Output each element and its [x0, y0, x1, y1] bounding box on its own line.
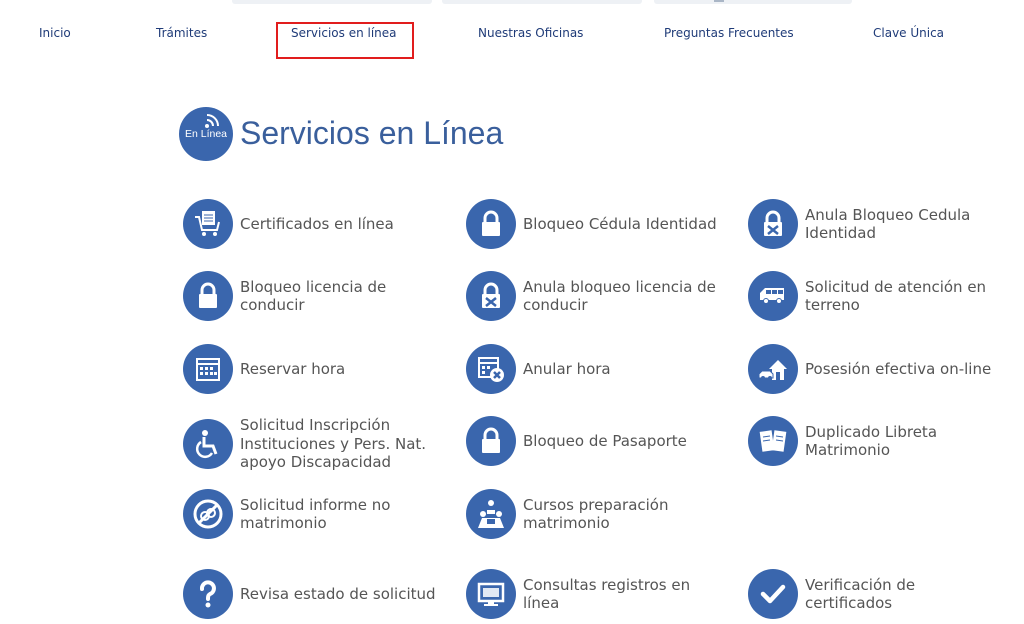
- unlock-cross-icon: [466, 271, 516, 321]
- van-icon: [748, 271, 798, 321]
- service-label: Cursos preparación matrimonio: [523, 495, 669, 533]
- service-label: Consultas registros en línea: [523, 575, 691, 613]
- nav-highlight-box: [276, 22, 414, 59]
- service-label: Posesión efectiva on-line: [805, 359, 992, 378]
- nav-link-tramites[interactable]: Trámites: [156, 24, 207, 42]
- padlock-icon: [466, 416, 516, 466]
- service-revisa-estado[interactable]: Revisa estado de solicitud: [183, 569, 440, 619]
- unlock-cross-icon: [748, 199, 798, 249]
- main-nav: Inicio Trámites Servicios en línea Nuest…: [0, 24, 1024, 48]
- nav-link-preguntas-frecuentes[interactable]: Preguntas Frecuentes: [664, 24, 794, 42]
- calendar-cancel-icon: [466, 344, 516, 394]
- service-informe-no-matrimonio[interactable]: Solicitud informe no matrimonio: [183, 489, 440, 539]
- service-label: Reservar hora: [240, 359, 346, 378]
- service-label: Anula Bloqueo Cedula Identidad: [805, 205, 971, 243]
- service-label: Solicitud Inscripción Instituciones y Pe…: [240, 416, 427, 471]
- service-posesion-efectiva[interactable]: Posesión efectiva on-line: [748, 344, 1005, 394]
- service-label: Bloqueo Cédula Identidad: [523, 214, 717, 233]
- service-certificados-en-linea[interactable]: Certificados en línea: [183, 199, 440, 249]
- padlock-icon: [183, 271, 233, 321]
- service-cursos-matrimonio[interactable]: Cursos preparación matrimonio: [466, 489, 723, 539]
- service-verificacion-certificados[interactable]: Verificación de certificados: [748, 569, 1005, 619]
- service-label: Solicitud de atención en terreno: [805, 277, 987, 315]
- house-car-icon: [748, 344, 798, 394]
- calendar-icon: [183, 344, 233, 394]
- service-inscripcion-discapacidad[interactable]: Solicitud Inscripción Instituciones y Pe…: [183, 416, 440, 472]
- service-label: Revisa estado de solicitud: [240, 584, 436, 603]
- service-anular-hora[interactable]: Anular hora: [466, 344, 723, 394]
- service-label: Anular hora: [523, 359, 611, 378]
- service-atencion-terreno[interactable]: Solicitud de atención en terreno: [748, 271, 1005, 321]
- service-reservar-hora[interactable]: Reservar hora: [183, 344, 440, 394]
- no-rings-icon: [183, 489, 233, 539]
- marriage-booklet-icon: [748, 416, 798, 466]
- service-anula-bloqueo-licencia[interactable]: Anula bloqueo licencia de conducir: [466, 271, 723, 321]
- service-label: Certificados en línea: [240, 214, 394, 233]
- top-tab[interactable]: [232, 0, 432, 4]
- service-label: Solicitud informe no matrimonio: [240, 495, 391, 533]
- couple-course-icon: [466, 489, 516, 539]
- top-tab[interactable]: [654, 0, 852, 4]
- service-anula-bloqueo-cedula[interactable]: Anula Bloqueo Cedula Identidad: [748, 199, 1005, 249]
- service-label: Verificación de certificados: [805, 575, 916, 613]
- service-label: Bloqueo de Pasaporte: [523, 431, 687, 450]
- question-icon: [183, 569, 233, 619]
- badge-text: En Línea: [184, 128, 228, 140]
- nav-link-nuestras-oficinas[interactable]: Nuestras Oficinas: [478, 24, 583, 42]
- checkmark-icon: [748, 569, 798, 619]
- nav-link-inicio[interactable]: Inicio: [39, 24, 71, 42]
- padlock-icon: [466, 199, 516, 249]
- top-tab-strip: [0, 0, 1024, 6]
- service-duplicado-libreta[interactable]: Duplicado Libreta Matrimonio: [748, 416, 1005, 466]
- service-label: Duplicado Libreta Matrimonio: [805, 422, 938, 460]
- cart-certificate-icon: [183, 199, 233, 249]
- service-label: Anula bloqueo licencia de conducir: [523, 277, 716, 315]
- wheelchair-icon: [183, 418, 233, 469]
- service-bloqueo-licencia[interactable]: Bloqueo licencia de conducir: [183, 271, 440, 321]
- en-linea-badge-icon: En Línea: [179, 107, 233, 161]
- service-label: Bloqueo licencia de conducir: [240, 277, 387, 315]
- service-consultas-registros[interactable]: Consultas registros en línea: [466, 569, 723, 619]
- top-tab[interactable]: [442, 0, 642, 4]
- service-bloqueo-cedula[interactable]: Bloqueo Cédula Identidad: [466, 199, 723, 249]
- service-bloqueo-pasaporte[interactable]: Bloqueo de Pasaporte: [466, 416, 723, 466]
- page-title: Servicios en Línea: [240, 115, 504, 151]
- monitor-icon: [466, 569, 516, 619]
- nav-link-clave-unica[interactable]: Clave Única: [873, 24, 944, 42]
